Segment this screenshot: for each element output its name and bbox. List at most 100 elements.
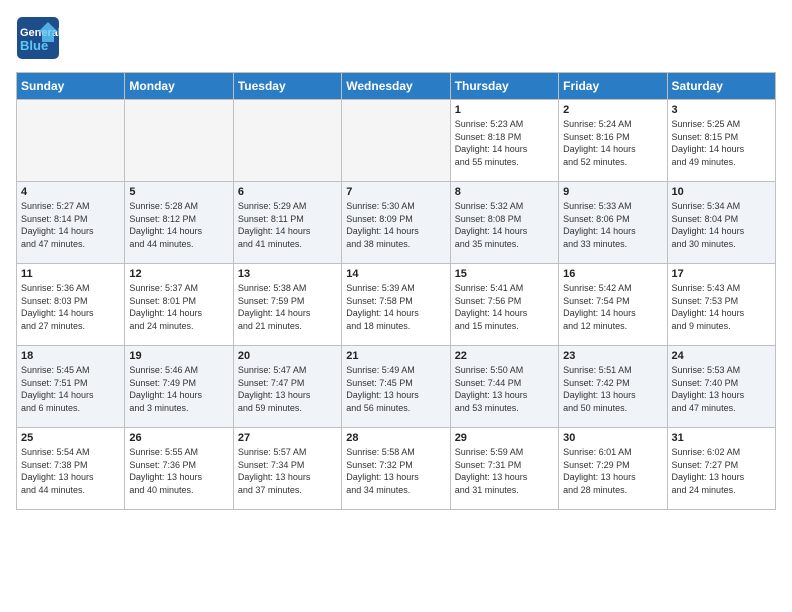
- calendar-cell: 12 Sunrise: 5:37 AM Sunset: 8:01 PM Dayli…: [125, 264, 233, 346]
- calendar-cell: 18 Sunrise: 5:45 AM Sunset: 7:51 PM Dayli…: [17, 346, 125, 428]
- weekday-header-sunday: Sunday: [17, 73, 125, 100]
- day-number: 27: [238, 432, 337, 444]
- day-number: 21: [346, 350, 445, 362]
- calendar-week-row: 18 Sunrise: 5:45 AM Sunset: 7:51 PM Dayli…: [17, 346, 776, 428]
- calendar-cell: 9 Sunrise: 5:33 AM Sunset: 8:06 PM Daylig…: [559, 182, 667, 264]
- day-number: 30: [563, 432, 662, 444]
- day-number: 8: [455, 186, 554, 198]
- day-number: 28: [346, 432, 445, 444]
- calendar-cell: 22 Sunrise: 5:50 AM Sunset: 7:44 PM Dayli…: [450, 346, 558, 428]
- calendar-cell: 19 Sunrise: 5:46 AM Sunset: 7:49 PM Dayli…: [125, 346, 233, 428]
- day-number: 4: [21, 186, 120, 198]
- calendar-cell: 16 Sunrise: 5:42 AM Sunset: 7:54 PM Dayli…: [559, 264, 667, 346]
- calendar-week-row: 1 Sunrise: 5:23 AM Sunset: 8:18 PM Daylig…: [17, 100, 776, 182]
- day-info: Sunrise: 5:42 AM Sunset: 7:54 PM Dayligh…: [563, 282, 662, 332]
- calendar-cell: 14 Sunrise: 5:39 AM Sunset: 7:58 PM Dayli…: [342, 264, 450, 346]
- day-number: 17: [672, 268, 771, 280]
- day-number: 25: [21, 432, 120, 444]
- day-number: 20: [238, 350, 337, 362]
- calendar-cell: 26 Sunrise: 5:55 AM Sunset: 7:36 PM Dayli…: [125, 428, 233, 510]
- day-number: 18: [21, 350, 120, 362]
- day-info: Sunrise: 5:59 AM Sunset: 7:31 PM Dayligh…: [455, 446, 554, 496]
- calendar-cell: 28 Sunrise: 5:58 AM Sunset: 7:32 PM Dayli…: [342, 428, 450, 510]
- day-info: Sunrise: 5:28 AM Sunset: 8:12 PM Dayligh…: [129, 200, 228, 250]
- day-info: Sunrise: 5:45 AM Sunset: 7:51 PM Dayligh…: [21, 364, 120, 414]
- calendar-cell: 2 Sunrise: 5:24 AM Sunset: 8:16 PM Daylig…: [559, 100, 667, 182]
- logo-svg: General Blue: [16, 16, 60, 60]
- day-number: 14: [346, 268, 445, 280]
- day-info: Sunrise: 5:41 AM Sunset: 7:56 PM Dayligh…: [455, 282, 554, 332]
- day-number: 29: [455, 432, 554, 444]
- day-info: Sunrise: 5:55 AM Sunset: 7:36 PM Dayligh…: [129, 446, 228, 496]
- day-number: 23: [563, 350, 662, 362]
- day-info: Sunrise: 5:38 AM Sunset: 7:59 PM Dayligh…: [238, 282, 337, 332]
- weekday-header-monday: Monday: [125, 73, 233, 100]
- day-info: Sunrise: 5:51 AM Sunset: 7:42 PM Dayligh…: [563, 364, 662, 414]
- weekday-header-friday: Friday: [559, 73, 667, 100]
- day-info: Sunrise: 5:39 AM Sunset: 7:58 PM Dayligh…: [346, 282, 445, 332]
- calendar-table: SundayMondayTuesdayWednesdayThursdayFrid…: [16, 72, 776, 510]
- day-number: 31: [672, 432, 771, 444]
- calendar-cell: 10Sunrise: 5:34 AM Sunset: 8:04 PM Dayli…: [667, 182, 775, 264]
- day-number: 1: [455, 104, 554, 116]
- day-info: Sunrise: 5:30 AM Sunset: 8:09 PM Dayligh…: [346, 200, 445, 250]
- day-info: Sunrise: 5:37 AM Sunset: 8:01 PM Dayligh…: [129, 282, 228, 332]
- calendar-cell: 24 Sunrise: 5:53 AM Sunset: 7:40 PM Dayli…: [667, 346, 775, 428]
- day-number: 11: [21, 268, 120, 280]
- calendar-cell: 21 Sunrise: 5:49 AM Sunset: 7:45 PM Dayli…: [342, 346, 450, 428]
- calendar-cell: 17 Sunrise: 5:43 AM Sunset: 7:53 PM Dayli…: [667, 264, 775, 346]
- calendar-cell: 29 Sunrise: 5:59 AM Sunset: 7:31 PM Dayli…: [450, 428, 558, 510]
- day-number: 3: [672, 104, 771, 116]
- day-info: Sunrise: 6:02 AM Sunset: 7:27 PM Dayligh…: [672, 446, 771, 496]
- calendar-cell: [17, 100, 125, 182]
- day-info: Sunrise: 5:53 AM Sunset: 7:40 PM Dayligh…: [672, 364, 771, 414]
- day-info: Sunrise: 5:33 AM Sunset: 8:06 PM Dayligh…: [563, 200, 662, 250]
- day-number: 10: [672, 186, 771, 198]
- day-number: 22: [455, 350, 554, 362]
- calendar-cell: [233, 100, 341, 182]
- day-info: Sunrise: 5:25 AM Sunset: 8:15 PM Dayligh…: [672, 118, 771, 168]
- calendar-cell: 27 Sunrise: 5:57 AM Sunset: 7:34 PM Dayli…: [233, 428, 341, 510]
- calendar-cell: 13 Sunrise: 5:38 AM Sunset: 7:59 PM Dayli…: [233, 264, 341, 346]
- day-number: 19: [129, 350, 228, 362]
- calendar-cell: 5 Sunrise: 5:28 AM Sunset: 8:12 PM Daylig…: [125, 182, 233, 264]
- day-info: Sunrise: 5:46 AM Sunset: 7:49 PM Dayligh…: [129, 364, 228, 414]
- day-info: Sunrise: 5:58 AM Sunset: 7:32 PM Dayligh…: [346, 446, 445, 496]
- weekday-header-thursday: Thursday: [450, 73, 558, 100]
- day-number: 16: [563, 268, 662, 280]
- calendar-cell: 30 Sunrise: 6:01 AM Sunset: 7:29 PM Dayli…: [559, 428, 667, 510]
- day-info: Sunrise: 6:01 AM Sunset: 7:29 PM Dayligh…: [563, 446, 662, 496]
- calendar-cell: 3 Sunrise: 5:25 AM Sunset: 8:15 PM Daylig…: [667, 100, 775, 182]
- calendar-cell: 4 Sunrise: 5:27 AM Sunset: 8:14 PM Daylig…: [17, 182, 125, 264]
- calendar-cell: [125, 100, 233, 182]
- day-number: 6: [238, 186, 337, 198]
- day-info: Sunrise: 5:43 AM Sunset: 7:53 PM Dayligh…: [672, 282, 771, 332]
- day-number: 26: [129, 432, 228, 444]
- day-number: 9: [563, 186, 662, 198]
- day-number: 24: [672, 350, 771, 362]
- weekday-header-tuesday: Tuesday: [233, 73, 341, 100]
- day-info: Sunrise: 5:50 AM Sunset: 7:44 PM Dayligh…: [455, 364, 554, 414]
- calendar-cell: 25Sunrise: 5:54 AM Sunset: 7:38 PM Dayli…: [17, 428, 125, 510]
- calendar-cell: 7Sunrise: 5:30 AM Sunset: 8:09 PM Daylig…: [342, 182, 450, 264]
- day-number: 5: [129, 186, 228, 198]
- day-info: Sunrise: 5:23 AM Sunset: 8:18 PM Dayligh…: [455, 118, 554, 168]
- calendar-cell: [342, 100, 450, 182]
- calendar-cell: 15Sunrise: 5:41 AM Sunset: 7:56 PM Dayli…: [450, 264, 558, 346]
- day-number: 12: [129, 268, 228, 280]
- day-info: Sunrise: 5:32 AM Sunset: 8:08 PM Dayligh…: [455, 200, 554, 250]
- calendar-week-row: 4 Sunrise: 5:27 AM Sunset: 8:14 PM Daylig…: [17, 182, 776, 264]
- day-number: 2: [563, 104, 662, 116]
- day-info: Sunrise: 5:27 AM Sunset: 8:14 PM Dayligh…: [21, 200, 120, 250]
- calendar-cell: 8 Sunrise: 5:32 AM Sunset: 8:08 PM Daylig…: [450, 182, 558, 264]
- calendar-cell: 31 Sunrise: 6:02 AM Sunset: 7:27 PM Dayli…: [667, 428, 775, 510]
- day-info: Sunrise: 5:24 AM Sunset: 8:16 PM Dayligh…: [563, 118, 662, 168]
- calendar-week-row: 11Sunrise: 5:36 AM Sunset: 8:03 PM Dayli…: [17, 264, 776, 346]
- day-info: Sunrise: 5:57 AM Sunset: 7:34 PM Dayligh…: [238, 446, 337, 496]
- page-header: General Blue: [16, 16, 776, 60]
- day-info: Sunrise: 5:29 AM Sunset: 8:11 PM Dayligh…: [238, 200, 337, 250]
- day-number: 13: [238, 268, 337, 280]
- logo: General Blue: [16, 16, 60, 60]
- day-info: Sunrise: 5:49 AM Sunset: 7:45 PM Dayligh…: [346, 364, 445, 414]
- day-info: Sunrise: 5:47 AM Sunset: 7:47 PM Dayligh…: [238, 364, 337, 414]
